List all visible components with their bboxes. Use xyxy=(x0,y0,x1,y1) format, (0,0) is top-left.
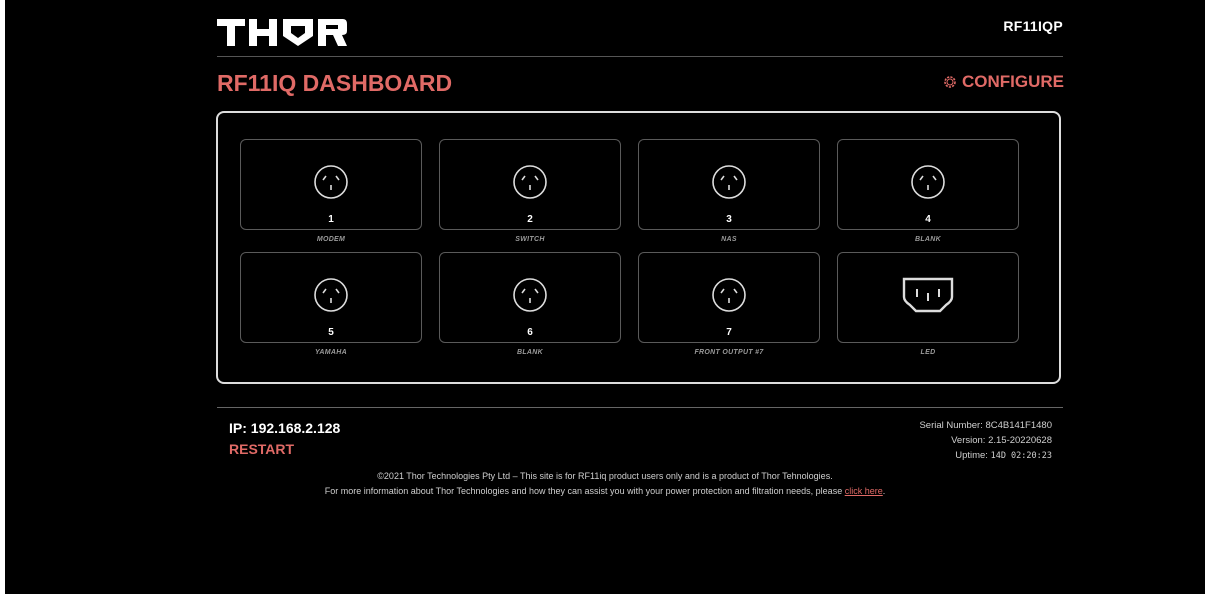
ip-address: IP: 192.168.2.128 xyxy=(229,420,341,436)
outlet-label: LED xyxy=(920,349,936,356)
au-socket-icon xyxy=(712,278,746,312)
outlet-number: 6 xyxy=(527,327,533,338)
outlet-tile[interactable]: 7 FRONT OUTPUT #7 xyxy=(638,252,820,356)
outlet-tile[interactable]: LED xyxy=(837,252,1019,356)
outlet-tile[interactable]: 3 NAS xyxy=(638,139,820,243)
page-title: RF11IQ DASHBOARD xyxy=(217,70,453,96)
outlet-number: 3 xyxy=(726,214,732,225)
outlets-panel: 1 MODEM 2 SWITCH 3 NAS 4 BLANK 5 YAMAHA 6 BLANK 7 FRO… xyxy=(216,111,1061,384)
au-socket-icon xyxy=(513,278,547,312)
outlet-tile[interactable]: 2 SWITCH xyxy=(439,139,621,243)
outlet-number: 7 xyxy=(726,327,732,338)
outlet-label: NAS xyxy=(721,236,737,243)
outlet-label: MODEM xyxy=(316,236,346,243)
iec-socket-icon xyxy=(902,277,954,313)
au-socket-icon xyxy=(712,165,746,199)
au-socket-icon xyxy=(911,165,945,199)
outlet-number: 5 xyxy=(328,327,334,338)
copyright-text: ©2021 Thor Technologies Pty Ltd – This s… xyxy=(377,471,833,481)
device-info: Serial Number: 8C4B141F1480 Version: 2.1… xyxy=(919,418,1052,464)
outlet-tile[interactable]: 6 BLANK xyxy=(439,252,621,356)
outlet-number: 1 xyxy=(328,214,334,225)
outlet-tile[interactable]: 1 MODEM xyxy=(240,139,422,243)
configure-button[interactable]: CONFIGURE xyxy=(942,72,1064,92)
top-header: RF11IQP xyxy=(217,12,1063,57)
model-name: RF11IQP xyxy=(1003,18,1063,34)
outlet-tile[interactable]: 5 YAMAHA xyxy=(240,252,422,356)
uptime-value: 14D 02:20:23 xyxy=(990,451,1052,461)
footer-divider xyxy=(217,407,1063,408)
au-socket-icon xyxy=(314,278,348,312)
dashboard-screen: RF11IQP RF11IQ DASHBOARD CONFIGURE 1 MODE… xyxy=(5,0,1205,594)
au-socket-icon xyxy=(513,165,547,199)
thor-logo xyxy=(217,19,347,46)
click-here-link[interactable]: click here xyxy=(845,486,883,496)
uptime-label: Uptime: xyxy=(955,450,988,461)
outlet-label: FRONT OUTPUT #7 xyxy=(694,349,764,356)
au-socket-icon xyxy=(314,165,348,199)
uptime: Uptime: 14D 02:20:23 xyxy=(919,448,1052,464)
outlet-label: BLANK xyxy=(915,236,941,243)
link-suffix: . xyxy=(882,486,886,496)
more-info-label: For more information about Thor Technolo… xyxy=(324,486,843,496)
firmware-version: Version: 2.15-20220628 xyxy=(951,435,1052,446)
outlet-number: 4 xyxy=(925,214,931,225)
more-info-text: For more information about Thor Technolo… xyxy=(5,486,1205,496)
outlet-label: BLANK xyxy=(517,349,543,356)
outlet-tile[interactable]: 4 BLANK xyxy=(837,139,1019,243)
restart-button[interactable]: RESTART xyxy=(229,441,294,457)
configure-label: CONFIGURE xyxy=(962,72,1064,91)
outlet-number: 2 xyxy=(527,214,533,225)
outlet-label: SWITCH xyxy=(515,236,545,243)
gear-icon xyxy=(944,76,956,88)
outlet-label: YAMAHA xyxy=(314,349,347,356)
serial-number: Serial Number: 8C4B141F1480 xyxy=(919,420,1052,431)
